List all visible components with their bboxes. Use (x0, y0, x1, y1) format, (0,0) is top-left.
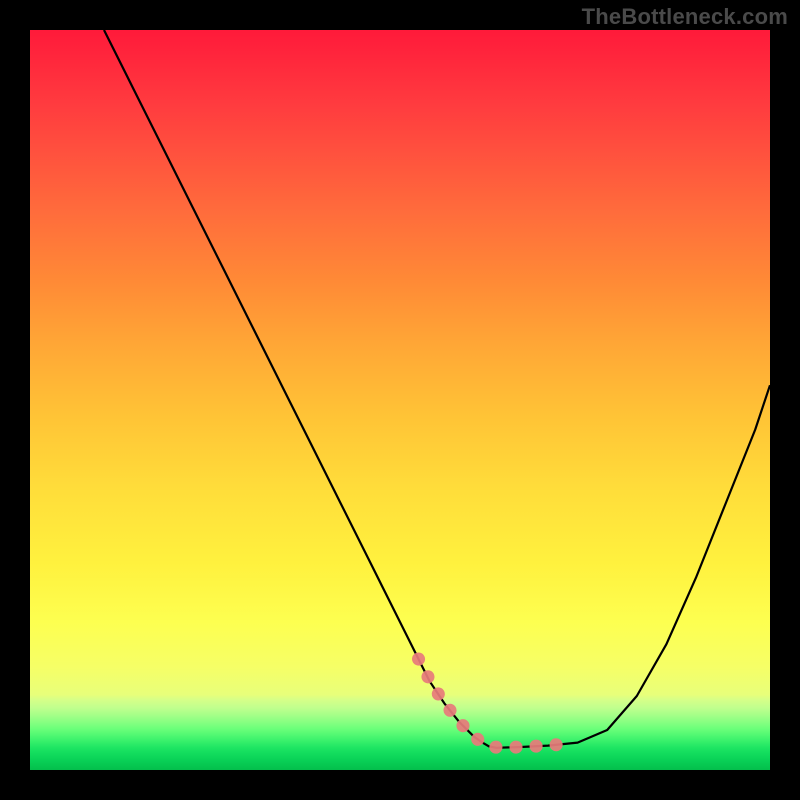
bottleneck-curve (104, 30, 770, 748)
chart-frame: TheBottleneck.com (0, 0, 800, 800)
watermark-text: TheBottleneck.com (582, 4, 788, 30)
curve-svg (30, 30, 770, 770)
marker-band (419, 659, 567, 747)
plot-area (30, 30, 770, 770)
